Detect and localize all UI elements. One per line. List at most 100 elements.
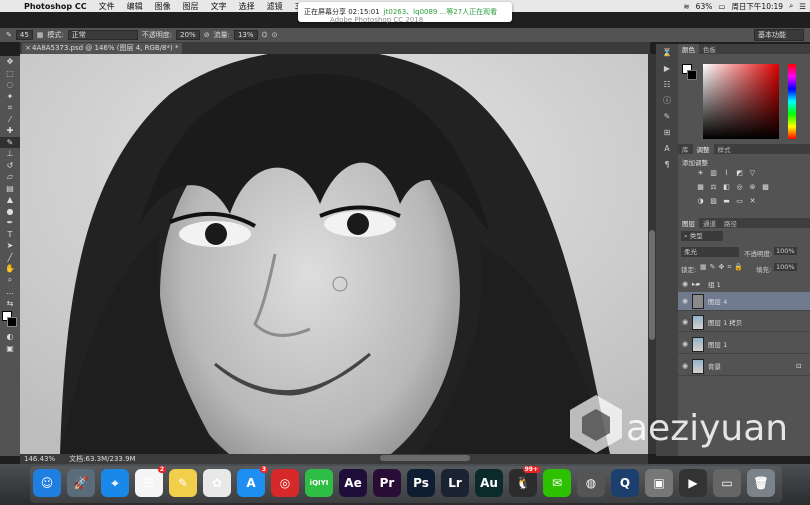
properties-icon[interactable]: ☷ <box>656 76 678 92</box>
brush-panel-icon[interactable]: ▦ <box>37 31 44 39</box>
tab-libraries[interactable]: 库 <box>678 144 693 154</box>
blur-tool-icon[interactable]: ▲ <box>0 194 20 206</box>
layer-kind-filter[interactable]: ⌕ 类型 <box>681 231 723 241</box>
dock-finder-icon[interactable]: ☺ <box>33 469 61 497</box>
brush-presets-icon[interactable]: ✎ <box>656 108 678 124</box>
exposure-icon[interactable]: ◩ <box>735 169 744 178</box>
search-icon[interactable]: ⌕ <box>789 1 793 11</box>
layer-row[interactable]: ◉ 图层 1 拷贝 <box>678 313 810 332</box>
hue-saturation-icon[interactable]: ▦ <box>696 183 705 192</box>
color-swatches[interactable] <box>0 309 20 331</box>
tab-color[interactable]: 颜色 <box>678 44 699 54</box>
menu-image[interactable]: 图像 <box>149 1 177 12</box>
healing-tool-icon[interactable]: ✚ <box>0 125 20 137</box>
flow-input[interactable]: 13% <box>233 30 258 40</box>
vibrance-icon[interactable]: ▽ <box>748 169 757 178</box>
dock-photo-viewer-icon[interactable]: ▣ <box>645 469 673 497</box>
dock-after-effects-icon[interactable]: Ae <box>339 469 367 497</box>
menu-type[interactable]: 文字 <box>205 1 233 12</box>
menu-file[interactable]: 文件 <box>93 1 121 12</box>
curves-icon[interactable]: ⌇ <box>722 169 731 178</box>
document-canvas[interactable] <box>20 54 648 454</box>
zoom-level[interactable]: 146.43% <box>24 455 55 463</box>
threshold-icon[interactable]: ▬ <box>722 197 731 206</box>
brush-tool-icon[interactable]: ✎ <box>6 31 12 39</box>
dock-netease-music-icon[interactable]: ◎ <box>271 469 299 497</box>
dock-screen-record-icon[interactable]: ▶ <box>679 469 707 497</box>
mode-select[interactable]: 正常 <box>67 30 138 40</box>
pressure-opacity-icon[interactable]: ⊘ <box>204 31 210 39</box>
dock-iqiyi-icon[interactable]: iQIYI <box>305 469 333 497</box>
battery-percent[interactable]: 63% <box>696 2 713 11</box>
brightness-icon[interactable]: ☀ <box>696 169 705 178</box>
clock[interactable]: 周日下午10:19 <box>731 1 783 12</box>
lasso-tool-icon[interactable]: ◌ <box>0 79 20 91</box>
eraser-tool-icon[interactable]: ▱ <box>0 171 20 183</box>
tab-channels[interactable]: 通道 <box>699 218 720 228</box>
color-picker-field[interactable] <box>703 64 779 139</box>
dock-photoshop-icon[interactable]: Ps <box>407 469 435 497</box>
photo-filter-icon[interactable]: ◎ <box>735 183 744 192</box>
workspace-select[interactable]: 基本功能 <box>754 29 804 41</box>
posterize-icon[interactable]: ▨ <box>709 197 718 206</box>
layer-row[interactable]: ◉ 背景 ⊡ <box>678 357 810 376</box>
tab-styles[interactable]: 样式 <box>714 144 735 154</box>
dock-quicktime-icon[interactable]: Q <box>611 469 639 497</box>
tab-paths[interactable]: 路径 <box>720 218 741 228</box>
history-brush-icon[interactable]: ↺ <box>0 160 20 172</box>
document-tab[interactable]: × 4A8A5373.psd @ 146% (图层 4, RGB/8*) * <box>22 43 182 54</box>
menu-select[interactable]: 选择 <box>233 1 261 12</box>
menu-filter[interactable]: 滤镜 <box>261 1 289 12</box>
layer-row[interactable]: ◉ 图层 1 <box>678 335 810 354</box>
lock-icons[interactable]: ▦✎✥⌗🔒 <box>700 263 746 272</box>
tab-layers[interactable]: 图层 <box>678 218 699 228</box>
color-balance-icon[interactable]: ⚖ <box>709 183 718 192</box>
swap-colors-icon[interactable]: ⇆ <box>0 298 20 310</box>
dock-presentation-icon[interactable]: ▭ <box>713 469 741 497</box>
brush-size[interactable]: 45 <box>15 30 33 40</box>
tab-adjustments[interactable]: 调整 <box>692 144 714 154</box>
marquee-tool-icon[interactable]: ⬚ <box>0 68 20 80</box>
dock-safari-icon[interactable]: ⌖ <box>101 469 129 497</box>
dock-app-store-icon[interactable]: A3 <box>237 466 268 497</box>
dock-audition-icon[interactable]: Au <box>475 469 503 497</box>
layer-row[interactable]: ◉ 图层 4 <box>678 292 810 311</box>
gradient-map-icon[interactable]: ▭ <box>735 197 744 206</box>
clone-source-icon[interactable]: ⊞ <box>656 124 678 140</box>
pen-tool-icon[interactable]: ✒ <box>0 217 20 229</box>
dock-lightroom-icon[interactable]: Lr <box>441 469 469 497</box>
panel-background-color[interactable] <box>687 70 697 80</box>
dock-launchpad-icon[interactable]: 🚀 <box>67 469 95 497</box>
vertical-scroll-thumb[interactable] <box>649 230 655 340</box>
hand-tool-icon[interactable]: ✋ <box>0 263 20 275</box>
dodge-tool-icon[interactable]: ● <box>0 206 20 218</box>
paragraph-icon[interactable]: ¶ <box>656 156 678 172</box>
eye-icon[interactable]: ◉ <box>678 280 692 288</box>
black-white-icon[interactable]: ◧ <box>722 183 731 192</box>
dock-qq-icon[interactable]: 🐧 99+ <box>509 466 540 497</box>
close-icon[interactable]: × <box>25 43 31 54</box>
airbrush-icon[interactable]: ⌬ <box>262 31 268 39</box>
eye-icon[interactable]: ◉ <box>678 297 692 305</box>
zoom-tool-icon[interactable]: ⌕ <box>0 275 20 287</box>
gradient-tool-icon[interactable]: ▤ <box>0 183 20 195</box>
stamp-tool-icon[interactable]: ⊥ <box>0 148 20 160</box>
more-tools-icon[interactable]: … <box>0 286 20 298</box>
history-icon[interactable]: ⌛ <box>656 44 678 60</box>
list-icon[interactable]: ☰ <box>799 2 806 11</box>
menu-app-name[interactable]: Photoshop CC <box>18 2 93 11</box>
dock-premiere-icon[interactable]: Pr <box>373 469 401 497</box>
actions-icon[interactable]: ▶ <box>656 60 678 76</box>
character-icon[interactable]: A <box>656 140 678 156</box>
path-select-icon[interactable]: ➤ <box>0 240 20 252</box>
brush-tool-icon[interactable]: ✎ <box>0 136 20 148</box>
document-size[interactable]: 文档:63.3M/233.9M <box>69 454 135 464</box>
hue-slider[interactable] <box>788 64 796 139</box>
quick-select-tool-icon[interactable]: ✦ <box>0 91 20 103</box>
levels-icon[interactable]: ▥ <box>709 169 718 178</box>
quick-mask-icon[interactable]: ◐ <box>0 331 20 343</box>
tab-swatches[interactable]: 色板 <box>699 44 720 54</box>
dock-notes-icon[interactable]: ✎ <box>169 469 197 497</box>
eye-icon[interactable]: ◉ <box>678 362 692 370</box>
info-icon[interactable]: ⓘ <box>656 92 678 108</box>
